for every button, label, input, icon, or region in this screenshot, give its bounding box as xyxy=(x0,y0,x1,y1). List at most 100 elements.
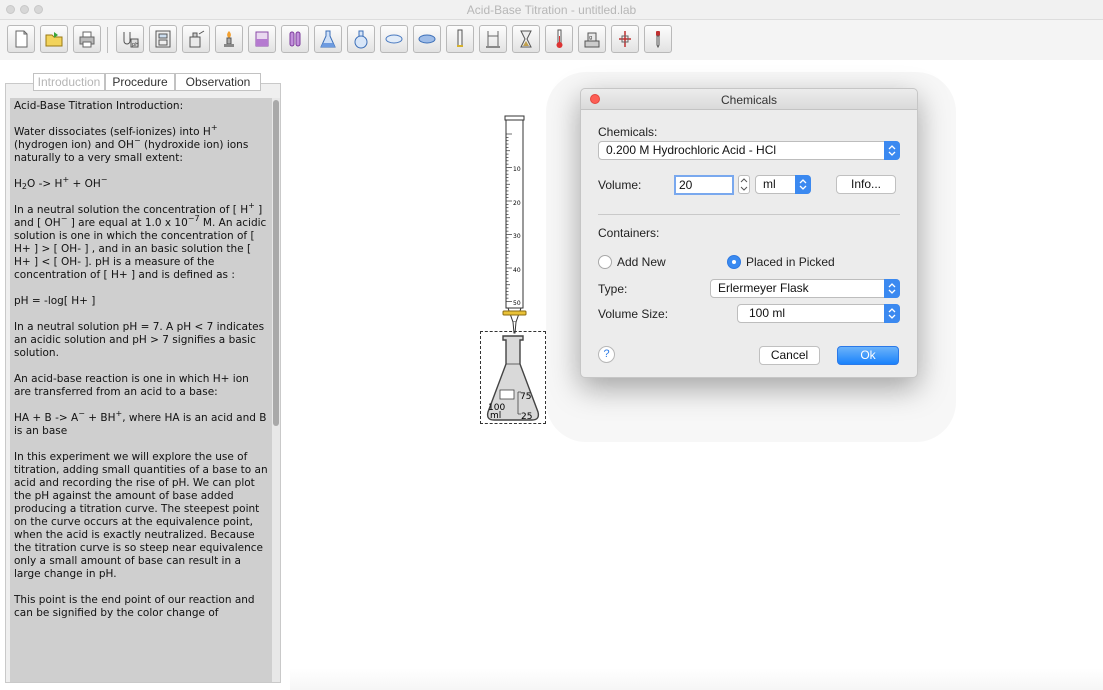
dialog-titlebar: Chemicals xyxy=(581,89,917,110)
calculator-icon xyxy=(155,30,171,48)
intro-paragraph-3: In a neutral solution pH = 7. A pH < 7 i… xyxy=(14,321,265,359)
evaporating-dish-button[interactable] xyxy=(413,25,441,53)
chemical-select[interactable]: 0.200 M Hydrochloric Acid - HCl xyxy=(598,141,900,160)
thermometer-icon xyxy=(556,29,563,48)
round-flask-icon xyxy=(354,30,368,49)
balance-button[interactable]: g xyxy=(578,25,606,53)
volume-size-label: Volume Size: xyxy=(598,307,669,321)
print-button[interactable] xyxy=(73,25,101,53)
petri-dish-button[interactable] xyxy=(380,25,408,53)
burette-button[interactable] xyxy=(446,25,474,53)
dropper-button[interactable] xyxy=(644,25,672,53)
tab-procedure[interactable]: Procedure xyxy=(105,73,175,91)
burette-tick-label: 10 xyxy=(513,166,521,173)
test-tubes-icon xyxy=(289,31,301,47)
ok-button[interactable]: Ok xyxy=(837,346,899,365)
burette-tick-label: 20 xyxy=(513,200,521,207)
hourglass-icon xyxy=(520,30,532,48)
beaker-icon xyxy=(255,31,269,47)
intro-paragraph-1: Water dissociates (self-ionizes) into H+… xyxy=(14,123,249,165)
burette-tick-label: 30 xyxy=(513,233,521,240)
dialog-title: Chemicals xyxy=(720,93,777,107)
calculator-button[interactable] xyxy=(149,25,177,53)
reagent-bottle-icon xyxy=(189,30,205,48)
dialog-divider xyxy=(598,214,900,215)
clamp-button[interactable] xyxy=(611,25,639,53)
round-flask-button[interactable] xyxy=(347,25,375,53)
petri-dish-icon xyxy=(385,34,403,44)
burette-stand-icon xyxy=(486,31,500,48)
burette-tick-label: 40 xyxy=(513,267,521,274)
evaporating-dish-icon xyxy=(418,34,436,44)
window-titlebar: Acid-Base Titration - untitled.lab xyxy=(0,0,1103,20)
add-new-label: Add New xyxy=(617,255,666,269)
intro-equation-3: HA + B -> A− + BH+, where HA is an acid … xyxy=(14,409,267,438)
flask-mark-75: 75 xyxy=(520,392,531,402)
tab-introduction[interactable]: Introduction xyxy=(33,73,105,91)
intro-equation-2: pH = -log[ H+ ] xyxy=(14,295,96,307)
volume-size-select-arrow-icon xyxy=(884,304,900,323)
placed-in-picked-label: Placed in Picked xyxy=(746,255,835,269)
chemical-select-arrow-icon xyxy=(884,141,900,160)
introduction-text: Acid-Base Titration Introduction: Water … xyxy=(10,98,272,682)
conical-flask-icon xyxy=(320,30,336,48)
type-select-arrow-icon xyxy=(884,279,900,298)
tab-observation[interactable]: Observation xyxy=(175,73,261,91)
reagent-bottle-button[interactable] xyxy=(182,25,210,53)
intro-paragraph-5: In this experiment we will explore the u… xyxy=(14,451,268,580)
bunsen-burner-button[interactable] xyxy=(215,25,243,53)
volume-size-select[interactable]: 100 ml xyxy=(737,304,900,323)
burette-icon xyxy=(457,29,463,47)
new-button[interactable] xyxy=(7,25,35,53)
toolbar-separator xyxy=(107,27,108,53)
volume-label: Volume: xyxy=(598,178,642,192)
erlenmeyer-flask[interactable]: 75 25 100 ml xyxy=(482,334,544,424)
stepper-arrows-icon xyxy=(740,178,748,191)
unit-select[interactable]: ml xyxy=(755,175,811,194)
svg-text:g: g xyxy=(589,35,592,41)
cancel-button[interactable]: Cancel xyxy=(759,346,820,365)
bench-floor-shade xyxy=(290,668,1103,690)
info-button[interactable]: Info... xyxy=(836,175,896,194)
intro-scrollbar[interactable] xyxy=(272,98,280,682)
help-button[interactable]: ? xyxy=(598,346,615,363)
placed-in-picked-radio[interactable] xyxy=(727,255,741,269)
burette-stand-button[interactable] xyxy=(479,25,507,53)
container-type-select[interactable]: Erlermeyer Flask xyxy=(710,279,900,298)
intro-paragraph-6: This point is the end point of our react… xyxy=(14,594,255,619)
ph-meter-button[interactable]: pH xyxy=(116,25,144,53)
chemicals-label: Chemicals: xyxy=(598,125,658,139)
thermometer-button[interactable] xyxy=(545,25,573,53)
hourglass-button[interactable] xyxy=(512,25,540,53)
burette-tick-label: 50 xyxy=(513,300,521,307)
conical-flask-button[interactable] xyxy=(314,25,342,53)
volume-stepper[interactable] xyxy=(738,175,750,194)
chemicals-dialog: Chemicals Chemicals: 0.200 M Hydrochlori… xyxy=(580,88,918,378)
volume-input[interactable] xyxy=(674,175,734,195)
unit-select-arrow-icon xyxy=(795,175,811,194)
test-tubes-button[interactable] xyxy=(281,25,309,53)
bunsen-burner-icon xyxy=(224,31,234,47)
add-new-radio[interactable] xyxy=(598,255,612,269)
toolbar: pH g xyxy=(0,20,1103,60)
flask-mark-25: 25 xyxy=(521,412,532,422)
burette[interactable]: 10 20 30 40 50 xyxy=(500,112,534,336)
print-icon xyxy=(79,31,95,48)
intro-scroll-thumb[interactable] xyxy=(273,100,279,426)
intro-heading: Acid-Base Titration Introduction: xyxy=(14,100,184,112)
intro-equation-1: H2O -> H+ + OH− xyxy=(14,175,108,191)
open-icon xyxy=(45,32,63,47)
intro-paragraph-2: In a neutral solution the concentration … xyxy=(14,201,267,282)
clamp-icon xyxy=(619,31,631,47)
window-title: Acid-Base Titration - untitled.lab xyxy=(466,3,637,17)
ph-meter-icon: pH xyxy=(123,32,139,48)
app-window: Acid-Base Titration - untitled.lab pH g … xyxy=(0,0,1103,690)
type-label: Type: xyxy=(598,282,628,296)
balance-icon: g xyxy=(584,32,600,48)
svg-text:pH: pH xyxy=(132,42,139,48)
open-button[interactable] xyxy=(40,25,68,53)
intro-paragraph-4: An acid-base reaction is one in which H+… xyxy=(14,373,249,398)
beaker-button[interactable] xyxy=(248,25,276,53)
dropper-icon xyxy=(656,31,660,49)
new-icon xyxy=(15,30,28,48)
